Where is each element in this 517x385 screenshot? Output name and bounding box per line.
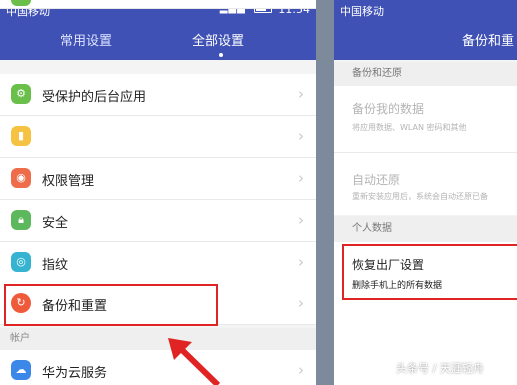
red-arrow-icon [168, 338, 221, 385]
cloud-icon: ☁ [11, 360, 31, 380]
chevron-right-icon: › [298, 361, 304, 379]
settings-tabbar: 常用设置 全部设置 [0, 20, 316, 60]
status-bar: 中国移动 [334, 0, 517, 20]
chevron-right-icon: › [298, 253, 304, 271]
lock-icon: 🔒︎ [11, 210, 31, 230]
active-tab-indicator [219, 53, 223, 57]
battery-setting-icon: ▮ [11, 126, 31, 146]
shield-app-icon: ⚙ [11, 84, 31, 104]
page-title: 备份和重 [462, 34, 515, 49]
item-subtitle: 重新安装应用后，系统会自动还原已备 [352, 192, 488, 201]
permission-icon: ◉ [11, 168, 31, 188]
highlight-box-backup [4, 284, 218, 326]
left-phone-screen: 中国移动 ◠ ▂▄▆ 11:54 常用设置 全部设置 ⚙ 受保护的后台应用 › … [0, 0, 316, 385]
section-header-account: 帐户 [0, 328, 316, 350]
settings-item-permissions[interactable]: ◉ 权限管理 › [0, 158, 316, 200]
settings-item-label: 华为云服务 [42, 366, 108, 381]
settings-item-protected-apps[interactable]: ⚙ 受保护的后台应用 › [0, 74, 316, 116]
settings-item-label: 指纹 [42, 258, 69, 273]
section-header-personal-data: 个人数据 [334, 216, 517, 242]
backup-reset-header: 备份和重 [334, 20, 517, 60]
watermark: 头条号 / 天涯轻舟 [396, 362, 484, 375]
fingerprint-icon: ◎ [11, 252, 31, 272]
highlight-box-factory-reset [342, 244, 517, 300]
settings-item-battery[interactable]: ▮ › [0, 116, 316, 158]
chevron-right-icon: › [298, 211, 304, 229]
settings-item-security[interactable]: 🔒︎ 安全 › [0, 200, 316, 242]
settings-item-huawei-cloud[interactable]: ☁ 华为云服务 › [0, 350, 316, 385]
chevron-right-icon: › [298, 85, 304, 103]
section-header-backup-restore: 备份和还原 [334, 62, 517, 86]
settings-item-backup-data[interactable]: 备份我的数据 将应用数据、WLAN 密码和其他 [334, 86, 517, 153]
chevron-right-icon: › [298, 169, 304, 187]
tab-common-settings[interactable]: 常用设置 [60, 30, 112, 49]
item-subtitle: 将应用数据、WLAN 密码和其他 [352, 123, 467, 132]
chevron-right-icon: › [298, 127, 304, 145]
settings-item-label: 权限管理 [42, 174, 95, 189]
settings-item-label: 安全 [42, 216, 69, 231]
settings-item-fingerprint[interactable]: ◎ 指纹 › [0, 242, 316, 284]
carrier-label: 中国移动 [340, 5, 384, 18]
right-phone-screen: 中国移动 备份和重 备份和还原 备份我的数据 将应用数据、WLAN 密码和其他 … [334, 0, 517, 385]
settings-item-label: 受保护的后台应用 [42, 90, 147, 105]
tab-all-settings[interactable]: 全部设置 [192, 30, 244, 49]
chevron-right-icon: › [298, 294, 304, 312]
partial-icon [11, 0, 31, 6]
partial-row-top [0, 0, 316, 9]
item-title: 备份我的数据 [352, 102, 425, 116]
item-title: 自动还原 [352, 173, 401, 187]
settings-item-auto-restore[interactable]: 自动还原 重新安装应用后，系统会自动还原已备 [334, 153, 517, 215]
